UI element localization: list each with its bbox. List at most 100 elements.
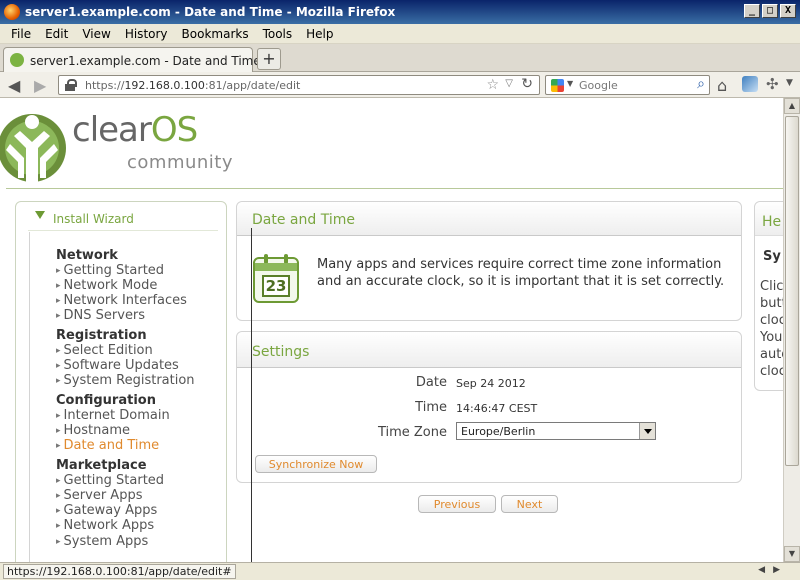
help-line: Clic bbox=[760, 279, 783, 294]
menu-tools[interactable]: Tools bbox=[256, 27, 300, 41]
menu-view[interactable]: View bbox=[75, 27, 117, 41]
section-network: Network bbox=[56, 248, 118, 263]
extensions-icon[interactable]: ✣ bbox=[766, 75, 779, 93]
scroll-right-arrow-icon[interactable]: ▶ bbox=[773, 565, 780, 575]
close-button[interactable]: X bbox=[780, 4, 796, 18]
section-registration: Registration bbox=[56, 328, 147, 343]
settings-panel: Settings Date Sep 24 2012 Time 14:46:47 … bbox=[236, 331, 742, 483]
clearos-logo[interactable]: clearOS community bbox=[0, 104, 240, 184]
url-history-dropdown-icon[interactable]: ▽ bbox=[505, 78, 513, 89]
horizontal-scroll-arrows[interactable]: ◀ ▶ bbox=[758, 565, 780, 575]
section-configuration: Configuration bbox=[56, 393, 156, 408]
sidebar-item-date-and-time[interactable]: Date and Time bbox=[56, 438, 160, 453]
menu-help[interactable]: Help bbox=[299, 27, 340, 41]
scrollbar-thumb[interactable] bbox=[785, 116, 799, 466]
window-titlebar: server1.example.com - Date and Time - Mo… bbox=[0, 0, 800, 24]
help-panel: He Sy Clic butt cloc You auto cloc bbox=[754, 201, 783, 391]
sidebar: Install Wizard Network Getting Started N… bbox=[15, 201, 227, 562]
sidebar-item-server-apps[interactable]: Server Apps bbox=[56, 488, 143, 503]
calendar-top-bar bbox=[255, 263, 297, 271]
back-arrow-icon[interactable]: ◀ bbox=[8, 76, 20, 95]
sidebar-item-getting-started[interactable]: Getting Started bbox=[56, 263, 165, 278]
clearos-favicon-icon bbox=[10, 53, 24, 67]
new-tab-button[interactable]: + bbox=[257, 48, 281, 70]
install-wizard-label[interactable]: Install Wizard bbox=[53, 212, 134, 226]
menu-bookmarks[interactable]: Bookmarks bbox=[175, 27, 256, 41]
sidebar-item-system-registration[interactable]: System Registration bbox=[56, 373, 195, 388]
panel-title: Date and Time bbox=[252, 212, 355, 228]
help-line: cloc bbox=[760, 313, 783, 328]
google-engine-icon[interactable] bbox=[551, 79, 564, 92]
time-zone-select[interactable]: Europe/Berlin bbox=[456, 422, 656, 440]
toolbar-menu-chevron-icon[interactable]: ▼ bbox=[786, 78, 793, 88]
addon-icon[interactable] bbox=[742, 76, 758, 92]
sidebar-item-marketplace-getting-started[interactable]: Getting Started bbox=[56, 473, 165, 488]
sidebar-item-gateway-apps[interactable]: Gateway Apps bbox=[56, 503, 158, 518]
window-controls: _ □ X bbox=[744, 4, 796, 18]
settings-title: Settings bbox=[252, 344, 310, 360]
maximize-button[interactable]: □ bbox=[762, 4, 778, 18]
text-cursor-line bbox=[251, 228, 252, 562]
synchronize-now-button[interactable]: Synchronize Now bbox=[255, 455, 377, 473]
help-panel-header: He bbox=[755, 202, 783, 236]
menubar: File Edit View History Bookmarks Tools H… bbox=[0, 24, 800, 44]
url-text[interactable]: https://192.168.0.100:81/app/date/edit bbox=[85, 79, 300, 92]
time-value: 14:46:47 CEST bbox=[456, 402, 538, 415]
calendar-icon: 23 bbox=[253, 254, 299, 303]
menu-history[interactable]: History bbox=[118, 27, 175, 41]
calendar-day: 23 bbox=[262, 275, 290, 297]
help-line: auto bbox=[760, 347, 783, 362]
sidebar-item-system-apps[interactable]: System Apps bbox=[56, 534, 149, 549]
search-bar[interactable]: ▼ Google ⌕ bbox=[545, 75, 710, 95]
window-title: server1.example.com - Date and Time - Mo… bbox=[25, 5, 396, 19]
minimize-button[interactable]: _ bbox=[744, 4, 760, 18]
tab-active[interactable]: server1.example.com - Date and Time bbox=[3, 47, 261, 72]
bookmark-star-icon[interactable]: ☆ bbox=[486, 77, 499, 93]
reload-icon[interactable]: ↻ bbox=[521, 76, 533, 92]
statusbar: https://192.168.0.100:81/app/date/edit# … bbox=[0, 562, 800, 580]
menu-edit[interactable]: Edit bbox=[38, 27, 75, 41]
sidebar-item-hostname[interactable]: Hostname bbox=[56, 423, 130, 438]
scroll-up-arrow-icon[interactable]: ▲ bbox=[784, 98, 800, 114]
tab-title: server1.example.com - Date and Time bbox=[30, 54, 261, 68]
menu-file[interactable]: File bbox=[4, 27, 38, 41]
sidebar-item-dns-servers[interactable]: DNS Servers bbox=[56, 308, 146, 323]
help-title: He bbox=[762, 214, 782, 230]
sidebar-item-software-updates[interactable]: Software Updates bbox=[56, 358, 179, 373]
vertical-scrollbar[interactable]: ▲ ▼ bbox=[783, 98, 800, 562]
date-value: Sep 24 2012 bbox=[456, 377, 526, 390]
scroll-down-arrow-icon[interactable]: ▼ bbox=[784, 546, 800, 562]
home-icon[interactable]: ⌂ bbox=[717, 76, 727, 95]
date-time-panel: Date and Time 23 Many apps and services … bbox=[236, 201, 742, 321]
time-label: Time bbox=[415, 400, 447, 415]
search-engine-dropdown-icon[interactable]: ▼ bbox=[567, 79, 573, 88]
help-line: cloc bbox=[760, 364, 783, 379]
time-zone-value[interactable]: Europe/Berlin bbox=[461, 425, 535, 438]
sidebar-item-network-apps[interactable]: Network Apps bbox=[56, 518, 155, 533]
sidebar-item-select-edition[interactable]: Select Edition bbox=[56, 343, 153, 358]
tabbar: server1.example.com - Date and Time + bbox=[0, 44, 800, 72]
forward-arrow-icon[interactable]: ▶ bbox=[34, 76, 46, 95]
previous-button[interactable]: Previous bbox=[418, 495, 496, 513]
help-line: butt bbox=[760, 296, 783, 311]
sidebar-item-network-mode[interactable]: Network Mode bbox=[56, 278, 158, 293]
intro-text: Many apps and services require correct t… bbox=[317, 257, 725, 289]
logo-subtitle: community bbox=[127, 152, 234, 173]
sidebar-item-internet-domain[interactable]: Internet Domain bbox=[56, 408, 170, 423]
section-marketplace: Marketplace bbox=[56, 458, 147, 473]
logo-wordmark: clearOS bbox=[72, 110, 198, 150]
search-input[interactable]: Google bbox=[579, 79, 618, 92]
page-viewport: clearOS community Install Wizard Network… bbox=[0, 98, 783, 562]
url-bar[interactable]: https://192.168.0.100:81/app/date/edit ☆… bbox=[58, 75, 540, 95]
scroll-left-arrow-icon[interactable]: ◀ bbox=[758, 565, 765, 575]
next-button[interactable]: Next bbox=[501, 495, 558, 513]
lock-icon[interactable] bbox=[65, 79, 77, 91]
select-chevron-down-icon[interactable] bbox=[639, 423, 655, 439]
sidebar-item-network-interfaces[interactable]: Network Interfaces bbox=[56, 293, 187, 308]
search-icon[interactable]: ⌕ bbox=[697, 76, 705, 92]
collapse-triangle-icon[interactable] bbox=[35, 211, 45, 219]
help-line: You bbox=[760, 330, 783, 345]
header-divider bbox=[6, 188, 783, 189]
date-time-panel-header: Date and Time bbox=[237, 202, 741, 236]
time-zone-label: Time Zone bbox=[377, 425, 447, 440]
